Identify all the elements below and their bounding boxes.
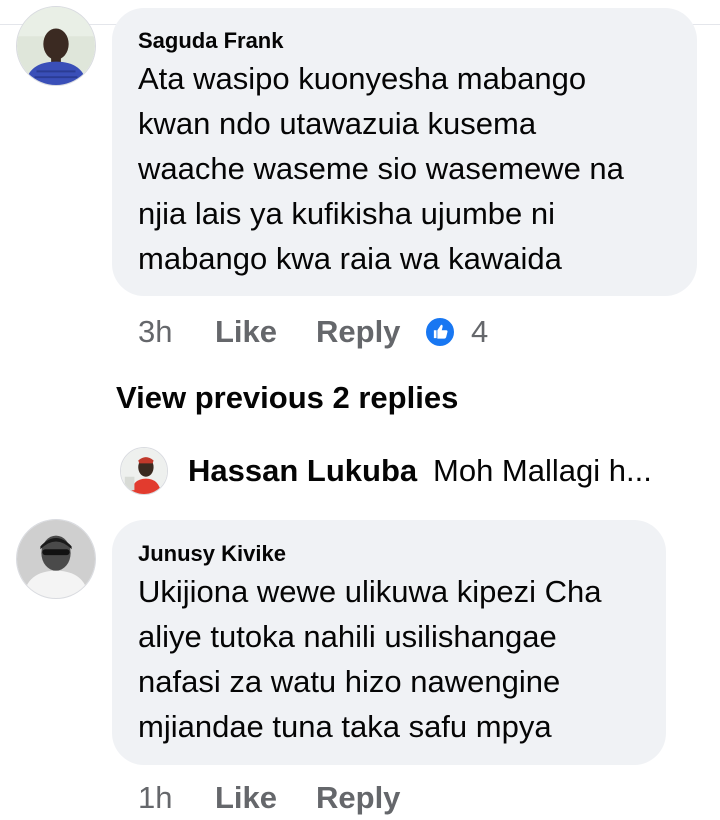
comment-timestamp[interactable]: 3h <box>138 314 172 350</box>
comment-author[interactable]: Junusy Kivike <box>138 541 286 567</box>
reply-button[interactable]: Reply <box>316 780 400 816</box>
comment-line: njia lais ya kufikisha ujumbe ni <box>138 196 555 231</box>
comment-line: aliye tutoka nahili usilishangae <box>138 619 557 654</box>
like-icon[interactable] <box>424 316 456 348</box>
comment-text: Ata wasipo kuonyesha mabango kwan ndo ut… <box>138 56 624 281</box>
avatar-junusy-kivike[interactable] <box>16 519 96 599</box>
comment-line: mabango kwa raia wa kawaida <box>138 241 562 276</box>
comment-timestamp[interactable]: 1h <box>138 780 172 816</box>
reaction-count[interactable]: 4 <box>471 314 488 350</box>
comment-line: waache waseme sio wasemewe na <box>138 151 624 186</box>
avatar-hassan-lukuba[interactable] <box>120 447 168 495</box>
comment-line: mjiandae tuna taka safu mpya <box>138 709 552 744</box>
avatar-saguda-frank[interactable] <box>16 6 96 86</box>
reply-preview[interactable]: Moh Mallagi h... <box>433 453 652 489</box>
comment-author[interactable]: Saguda Frank <box>138 28 283 54</box>
comment-text: Ukijiona wewe ulikuwa kipezi Cha aliye t… <box>138 569 602 749</box>
reply-author[interactable]: Hassan Lukuba <box>188 453 417 489</box>
reply-button[interactable]: Reply <box>316 314 400 350</box>
like-button[interactable]: Like <box>215 314 277 350</box>
view-previous-replies-link[interactable]: View previous 2 replies <box>116 380 458 416</box>
comment-actions: 3h Like Reply 4 <box>0 314 720 354</box>
comment-line: nafasi za watu hizo nawengine <box>138 664 561 699</box>
like-button[interactable]: Like <box>215 780 277 816</box>
comment-actions: 1h Like Reply <box>0 780 720 820</box>
comment-line: Ukijiona wewe ulikuwa kipezi Cha <box>138 574 602 609</box>
comment-line: kwan ndo utawazuia kusema <box>138 106 537 141</box>
comment-line: Ata wasipo kuonyesha mabango <box>138 61 587 96</box>
